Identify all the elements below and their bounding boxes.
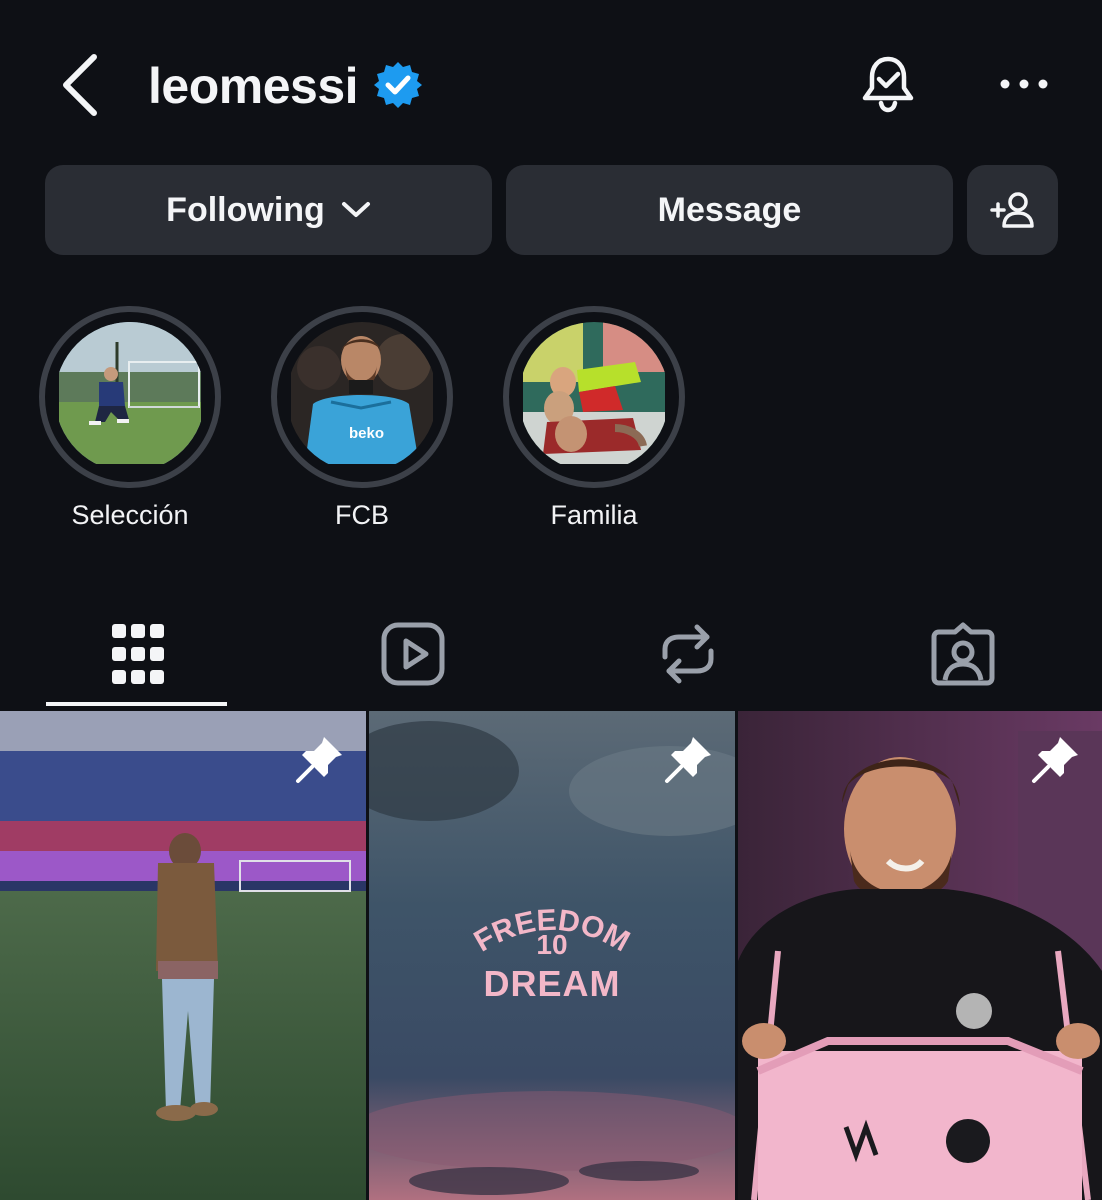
message-label: Message (657, 190, 802, 229)
highlight-fcb[interactable]: beko FCB (271, 306, 453, 532)
tab-tagged[interactable] (825, 600, 1100, 708)
highlight-label: Selección (71, 500, 189, 530)
more-options-button[interactable] (996, 62, 1052, 106)
posts-grid: FREEDOM 10 DREAM (0, 711, 1102, 1200)
highlight-cover-image (55, 322, 205, 472)
highlight-cover-image (519, 322, 669, 472)
pin-icon (1032, 737, 1078, 783)
highlight-label: Familia (550, 500, 638, 530)
grid-icon (111, 624, 164, 684)
bell-check-icon (862, 56, 914, 113)
add-user-button[interactable] (967, 165, 1058, 255)
tagged-person-icon (931, 622, 994, 686)
reels-play-icon (381, 622, 444, 686)
back-button[interactable] (52, 50, 108, 120)
tab-reels[interactable] (275, 600, 550, 708)
profile-tabs (0, 600, 1102, 710)
profile-username: leomessi (148, 58, 359, 114)
following-button[interactable]: Following (45, 165, 492, 255)
tab-reposts[interactable] (550, 600, 825, 708)
tab-posts[interactable] (0, 600, 275, 708)
pin-icon (296, 737, 342, 783)
post-tile-stadium[interactable] (0, 711, 366, 1200)
notifications-button[interactable] (856, 50, 920, 118)
profile-header: leomessi (0, 0, 1102, 160)
highlight-seleccion[interactable]: Selección (39, 306, 221, 532)
highlight-ring (503, 306, 685, 488)
following-label: Following (166, 190, 325, 229)
highlight-familia[interactable]: Familia (503, 306, 685, 532)
highlight-ring (39, 306, 221, 488)
more-horizontal-icon (1000, 79, 1048, 89)
freedom-number: 10 (536, 929, 568, 960)
active-tab-indicator (46, 702, 227, 706)
chevron-down-icon (341, 201, 371, 219)
add-person-icon (989, 192, 1034, 228)
verified-badge-icon (374, 62, 422, 108)
highlight-label: FCB (335, 500, 389, 530)
pin-icon (665, 737, 711, 783)
dream-word: DREAM (483, 963, 621, 1004)
repost-icon (662, 624, 713, 684)
post-tile-freedom[interactable]: FREEDOM 10 DREAM (369, 711, 735, 1200)
post-tile-portrait[interactable] (738, 711, 1102, 1200)
message-button[interactable]: Message (506, 165, 953, 255)
svg-text:beko: beko (349, 425, 384, 442)
highlight-ring: beko (271, 306, 453, 488)
highlight-cover-image: beko (287, 322, 437, 472)
chevron-left-icon (63, 54, 97, 116)
